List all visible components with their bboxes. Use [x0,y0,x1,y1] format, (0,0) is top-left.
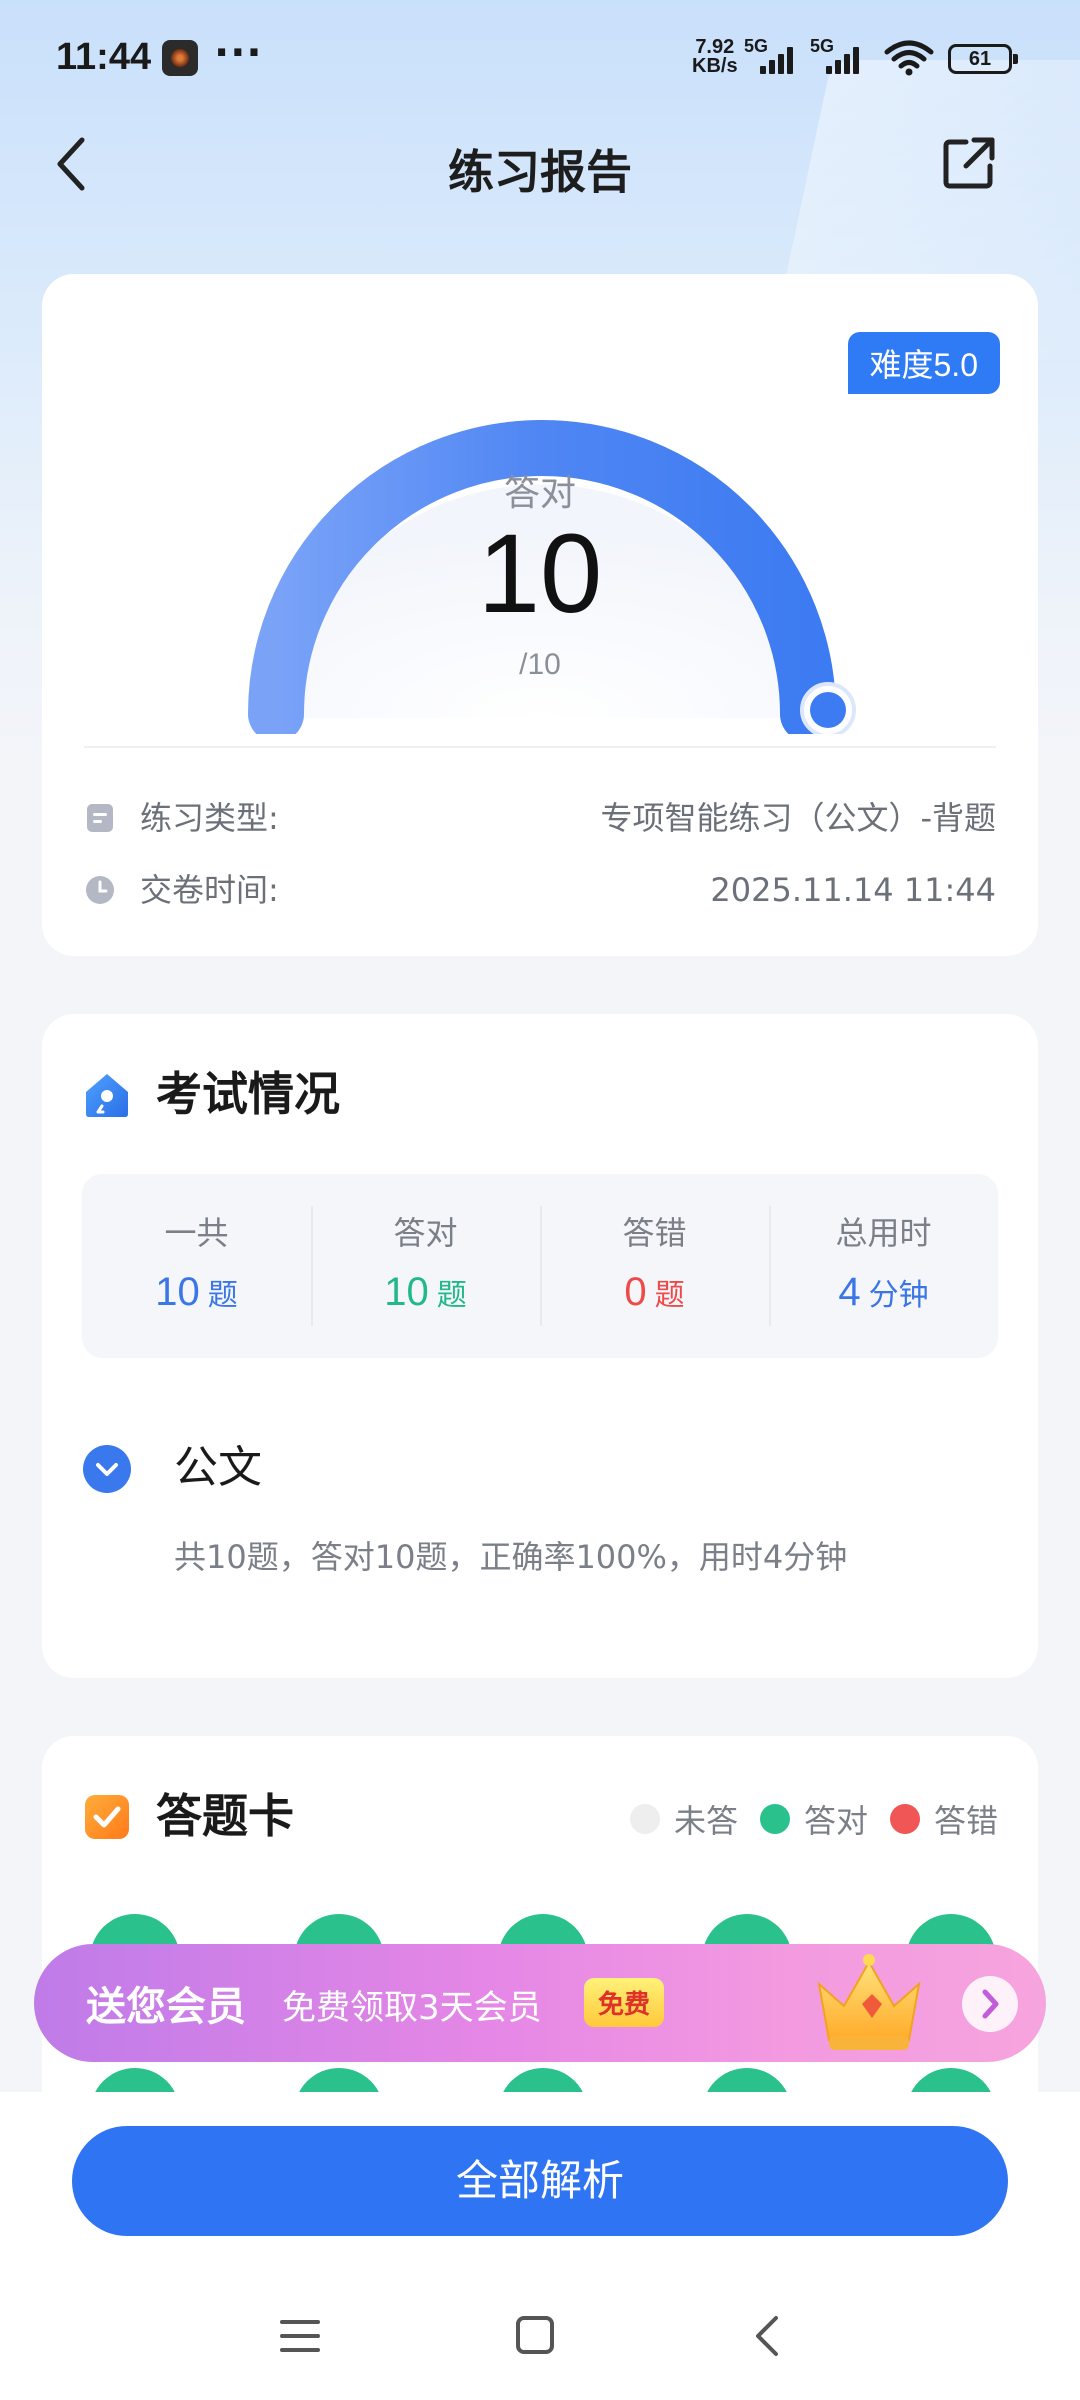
stat-duration: 总用时 4 分钟 [769,1174,998,1358]
legend-correct: 答对 [759,1796,868,1842]
status-bar: 11:44 ··· 7.92 KB/s 5G 5G 61 [0,0,1080,118]
share-external-icon[interactable] [940,134,998,192]
stat-label: 总用时 [835,1214,932,1252]
stat-value: 10 题 [384,1270,467,1314]
practice-type-row: 练习类型: 专项智能练习（公文）-背题 [84,796,996,840]
app-notification-icon [162,40,198,76]
submit-time-value: 2025.11.14 11:44 [710,871,996,909]
exam-section-title: 考试情况 [156,1067,340,1121]
legend-label: 答错 [933,1802,998,1840]
wifi-icon [884,40,934,76]
promo-title: 送您会员 [86,1984,246,2030]
legend-wrong: 答错 [889,1796,998,1842]
correct-count: 10 [477,511,603,636]
legend-dot [759,1804,790,1834]
promo-arrow-icon[interactable] [962,1976,1018,2032]
recent-apps-icon[interactable] [280,2318,320,2354]
signal-strength-icon: 5G [744,36,800,74]
checkbox-icon [85,1795,129,1839]
practice-type-label: 练习类型: [140,799,279,837]
page-title: 练习报告 [448,145,632,199]
vip-promo-banner[interactable]: 送您会员 免费领取3天会员 免费 [34,1944,1046,2062]
exam-summary-card: 考试情况 一共 10 题 答对 10 题 答错 0题 总用时 4 分钟 公文 共10题… [42,1014,1038,1678]
stat-label: 答错 [622,1214,687,1252]
stat-wrong: 答错 0题 [540,1174,769,1358]
submit-time-row: 交卷时间: 2025.11.14 11:44 [84,868,996,912]
subject-summary: 共10题，答对10题，正确率100%，用时4分钟 [174,1538,848,1576]
system-back-icon[interactable] [752,2314,782,2358]
score-card: 难度5.0 答对 10 /10 练习类型: 专项智能练习（公文）-背题 交卷时间… [42,274,1038,956]
stat-value: 0题 [624,1270,685,1314]
stats-box: 一共 10 题 答对 10 题 答错 0题 总用时 4 分钟 [82,1174,998,1358]
stat-value: 10 题 [155,1270,238,1314]
status-time: 11:44 [56,36,152,78]
signal-strength-icon-2: 5G [810,36,866,74]
promo-subtitle: 免费领取3天会员 [282,1988,542,2028]
gauge-label: 答对 [503,473,576,514]
battery-icon: 61 [948,44,1018,74]
network-speed: 7.92 KB/s [692,37,738,77]
view-all-analysis-button[interactable]: 全部解析 [72,2126,1008,2236]
crown-icon [817,1954,921,2050]
stat-value: 4 分钟 [838,1270,929,1314]
more-notifications-icon: ··· [214,30,263,76]
practice-type-value: 专项智能练习（公文）-背题 [600,799,996,837]
document-icon [87,804,113,832]
stat-correct: 答对 10 题 [311,1174,540,1358]
legend-dot [629,1804,660,1834]
submit-time-label: 交卷时间: [140,871,279,909]
answer-legend: 未答 答对 答错 [629,1794,998,1844]
total-count: /10 [519,648,561,681]
system-navigation-bar [0,2306,1080,2366]
divider [84,746,996,748]
promo-free-tag: 免费 [584,1978,665,2027]
legend-label: 未答 [673,1802,738,1840]
subject-title: 公文 [174,1442,262,1493]
exam-house-icon [86,1074,128,1117]
stat-total: 一共 10 题 [82,1174,311,1358]
legend-unanswered: 未答 [629,1796,738,1842]
home-icon[interactable] [516,2316,554,2354]
stat-label: 答对 [393,1214,458,1252]
collapse-chevron-icon[interactable] [82,1444,132,1494]
clock-icon [86,876,114,904]
legend-dot [889,1804,920,1834]
stat-label: 一共 [164,1214,229,1252]
answer-section-title: 答题卡 [156,1789,294,1843]
network-speed-unit: KB/s [692,55,738,77]
legend-label: 答对 [803,1802,868,1840]
bottom-action-area: 全部解析 [0,2092,1080,2400]
